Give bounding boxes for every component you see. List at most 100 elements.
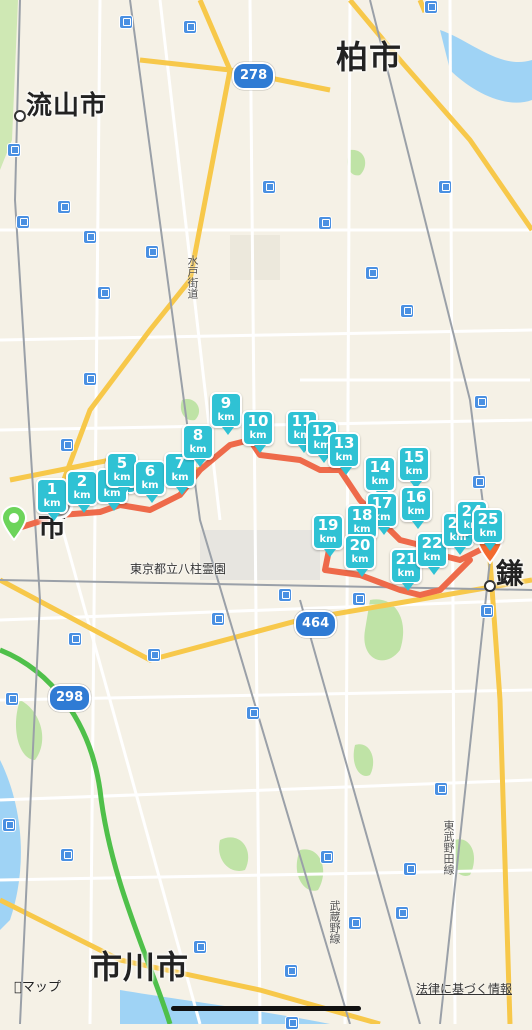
- legal-link[interactable]: 法律に基づく情報: [416, 980, 512, 997]
- station-icon[interactable]: [97, 286, 111, 300]
- km-marker-unit: km: [189, 444, 207, 455]
- km-marker-unit: km: [407, 506, 425, 517]
- station-icon[interactable]: [2, 818, 16, 832]
- station-icon[interactable]: [400, 304, 414, 318]
- km-marker-25[interactable]: 25 km: [472, 508, 504, 552]
- urban-area: [230, 235, 280, 280]
- route-464-shield: 464: [294, 610, 338, 638]
- city-label-kashiwa: 柏市: [336, 38, 403, 76]
- station-icon[interactable]: [480, 604, 494, 618]
- station-icon[interactable]: [60, 848, 74, 862]
- km-marker-10[interactable]: 10 km: [242, 410, 274, 454]
- km-marker-19[interactable]: 19 km: [312, 514, 344, 558]
- station-icon[interactable]: [438, 180, 452, 194]
- city-label-ichikawa: 市川市: [90, 948, 190, 986]
- km-marker-number: 1: [46, 480, 58, 498]
- km-marker-13[interactable]: 13 km: [328, 432, 360, 476]
- station-icon[interactable]: [147, 648, 161, 662]
- station-icon[interactable]: [278, 588, 292, 602]
- km-marker-1[interactable]: 1 km: [36, 478, 68, 522]
- km-marker-unit: km: [73, 490, 91, 501]
- station-icon[interactable]: [352, 592, 366, 606]
- station-icon[interactable]: [348, 916, 362, 930]
- km-marker-number: 18: [351, 506, 373, 524]
- station-icon[interactable]: [60, 438, 74, 452]
- km-marker-number: 25: [477, 510, 499, 528]
- km-marker-unit: km: [43, 498, 61, 509]
- start-pin-icon[interactable]: [0, 505, 28, 542]
- station-icon[interactable]: [474, 395, 488, 409]
- station-icon[interactable]: [246, 706, 260, 720]
- station-icon[interactable]: [285, 1016, 299, 1030]
- km-marker-20[interactable]: 20 km: [344, 534, 376, 578]
- home-indicator[interactable]: [171, 1006, 361, 1011]
- station-icon[interactable]: [119, 15, 133, 29]
- km-marker-unit: km: [479, 528, 497, 539]
- city-dot: [484, 580, 496, 592]
- km-marker-15[interactable]: 15 km: [398, 446, 430, 490]
- attribution-label: マップ: [14, 980, 61, 995]
- station-icon[interactable]: [145, 245, 159, 259]
- city-label-nagareyama: 流山市: [26, 91, 108, 121]
- station-icon[interactable]: [284, 964, 298, 978]
- km-marker-number: 6: [144, 462, 156, 480]
- km-marker-2[interactable]: 2 km: [66, 470, 98, 514]
- route-298-shield: 298: [48, 684, 92, 712]
- km-marker-unit: km: [141, 480, 159, 491]
- park-8: [15, 700, 43, 760]
- km-marker-unit: km: [351, 554, 369, 565]
- station-icon[interactable]: [57, 200, 71, 214]
- apple-maps-attribution[interactable]: マップ: [14, 976, 61, 995]
- lake: [440, 30, 532, 103]
- km-marker-6[interactable]: 6 km: [134, 460, 166, 504]
- station-icon[interactable]: [262, 180, 276, 194]
- km-marker-unit: km: [249, 430, 267, 441]
- city-dot: [14, 110, 26, 122]
- station-icon[interactable]: [83, 230, 97, 244]
- station-icon[interactable]: [318, 216, 332, 230]
- station-icon[interactable]: [193, 940, 207, 954]
- km-marker-number: 9: [220, 394, 232, 412]
- station-icon[interactable]: [68, 632, 82, 646]
- tobu-noda-line-label: 東武野田線: [442, 820, 455, 875]
- km-marker-number: 20: [349, 536, 371, 554]
- km-marker-number: 14: [369, 458, 391, 476]
- km-marker-9[interactable]: 9 km: [210, 392, 242, 436]
- km-marker-number: 10: [247, 412, 269, 430]
- station-icon[interactable]: [7, 143, 21, 157]
- station-icon[interactable]: [16, 215, 30, 229]
- station-icon[interactable]: [403, 862, 417, 876]
- km-marker-number: 16: [405, 488, 427, 506]
- km-marker-number: 15: [403, 448, 425, 466]
- station-icon[interactable]: [434, 782, 448, 796]
- station-icon[interactable]: [365, 266, 379, 280]
- km-marker-unit: km: [371, 476, 389, 487]
- park-2: [353, 744, 374, 776]
- apple-logo-icon: : [14, 980, 22, 995]
- station-icon[interactable]: [472, 475, 486, 489]
- km-marker-number: 5: [116, 454, 128, 472]
- station-icon[interactable]: [211, 612, 225, 626]
- station-icon[interactable]: [83, 372, 97, 386]
- km-marker-unit: km: [113, 472, 131, 483]
- station-icon[interactable]: [320, 850, 334, 864]
- km-marker-unit: km: [405, 466, 423, 477]
- km-marker-unit: km: [319, 534, 337, 545]
- km-marker-unit: km: [335, 452, 353, 463]
- km-marker-unit: km: [217, 412, 235, 423]
- station-icon[interactable]: [424, 0, 438, 14]
- km-marker-unit: km: [171, 472, 189, 483]
- km-marker-number: 8: [192, 426, 204, 444]
- km-marker-number: 19: [317, 516, 339, 534]
- km-marker-number: 13: [333, 434, 355, 452]
- km-marker-16[interactable]: 16 km: [400, 486, 432, 530]
- mito-kaido-label: 水戸街道: [186, 255, 199, 299]
- station-icon[interactable]: [183, 20, 197, 34]
- park-3: [219, 837, 249, 871]
- musashino-line-label: 武蔵野線: [328, 900, 341, 944]
- cemetery-label: 東京都立八柱霊園: [130, 562, 227, 576]
- km-marker-number: 2: [76, 472, 88, 490]
- station-icon[interactable]: [395, 906, 409, 920]
- station-icon[interactable]: [5, 692, 19, 706]
- route-278-shield: 278: [232, 62, 276, 90]
